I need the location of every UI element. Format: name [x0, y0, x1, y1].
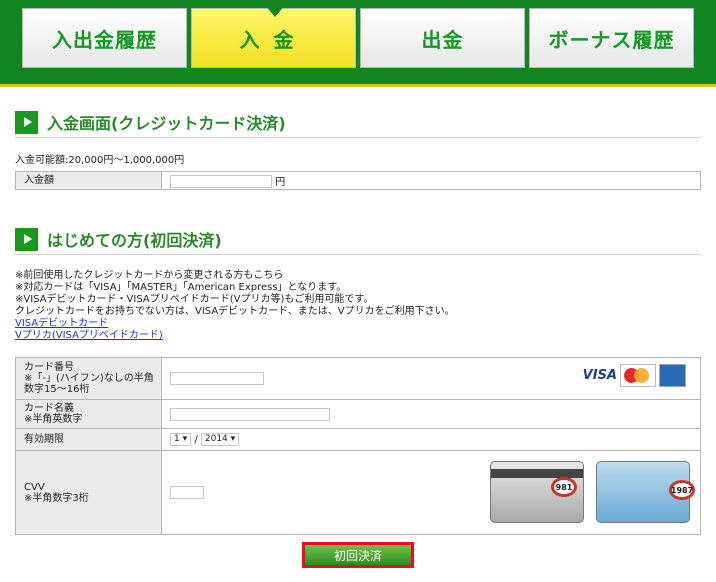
first-payment-submit-button[interactable]: 初回決済 [302, 542, 414, 568]
divider [15, 137, 701, 138]
currency-unit: 円 [275, 176, 286, 188]
deposit-amount-table: 入金額 円 [15, 171, 701, 190]
divider [15, 254, 701, 255]
card-number-input[interactable] [170, 372, 264, 385]
deposit-amount-label: 入金額 [15, 171, 162, 190]
play-arrow-icon [15, 110, 38, 134]
amex-logo-icon [659, 364, 686, 387]
cvv-label: CVV ※半角数字3桁 [15, 450, 162, 535]
expiry-year-select[interactable]: 2014 ▾ [200, 433, 240, 446]
card-number-label: カード番号 ※「-」(ハイフン)なしの半角 数字15〜16桁 [15, 357, 162, 400]
expiry-label: 有効期限 [15, 428, 162, 451]
cvv-example-visa-mastercard: 981 [490, 461, 584, 523]
mastercard-logo-icon [620, 364, 656, 387]
card-name-label: カード名義 ※半角英数字 [15, 399, 162, 429]
deposit-range-text: 入金可能額:20,000円〜1,000,000円 [15, 155, 185, 166]
vpreca-link[interactable]: Vプリカ(VISAプリペイドカード) [15, 326, 163, 341]
section-header-first-payment: はじめての方(初回決済) [15, 226, 222, 252]
cvv-input[interactable] [170, 486, 204, 499]
tab-withdraw[interactable]: 出金 [360, 8, 525, 68]
section-title: 入金画面(クレジットカード決済) [47, 114, 286, 133]
tab-bonus-history[interactable]: ボーナス履歴 [529, 8, 694, 68]
expiry-month-select[interactable]: 1 ▾ [170, 433, 192, 446]
active-tab-indicator [265, 5, 285, 17]
play-arrow-icon [15, 227, 38, 251]
card-name-input[interactable] [170, 407, 330, 421]
top-nav-bar: 入出金履歴 入金 出金 ボーナス履歴 [0, 0, 716, 87]
section-header-deposit: 入金画面(クレジットカード決済) [15, 109, 286, 135]
tab-deposit[interactable]: 入金 [191, 8, 356, 68]
deposit-amount-input[interactable] [170, 175, 272, 189]
visa-logo-icon: VISA [582, 368, 617, 383]
cvv-example-amex: 1987 [596, 461, 695, 523]
section-title: はじめての方(初回決済) [47, 231, 222, 250]
tab-history[interactable]: 入出金履歴 [22, 8, 187, 68]
accepted-cards: VISA [583, 364, 686, 387]
expiry-separator: / [194, 434, 198, 446]
card-form-table: カード番号 ※「-」(ハイフン)なしの半角 数字15〜16桁 VISA カード名… [15, 357, 701, 535]
